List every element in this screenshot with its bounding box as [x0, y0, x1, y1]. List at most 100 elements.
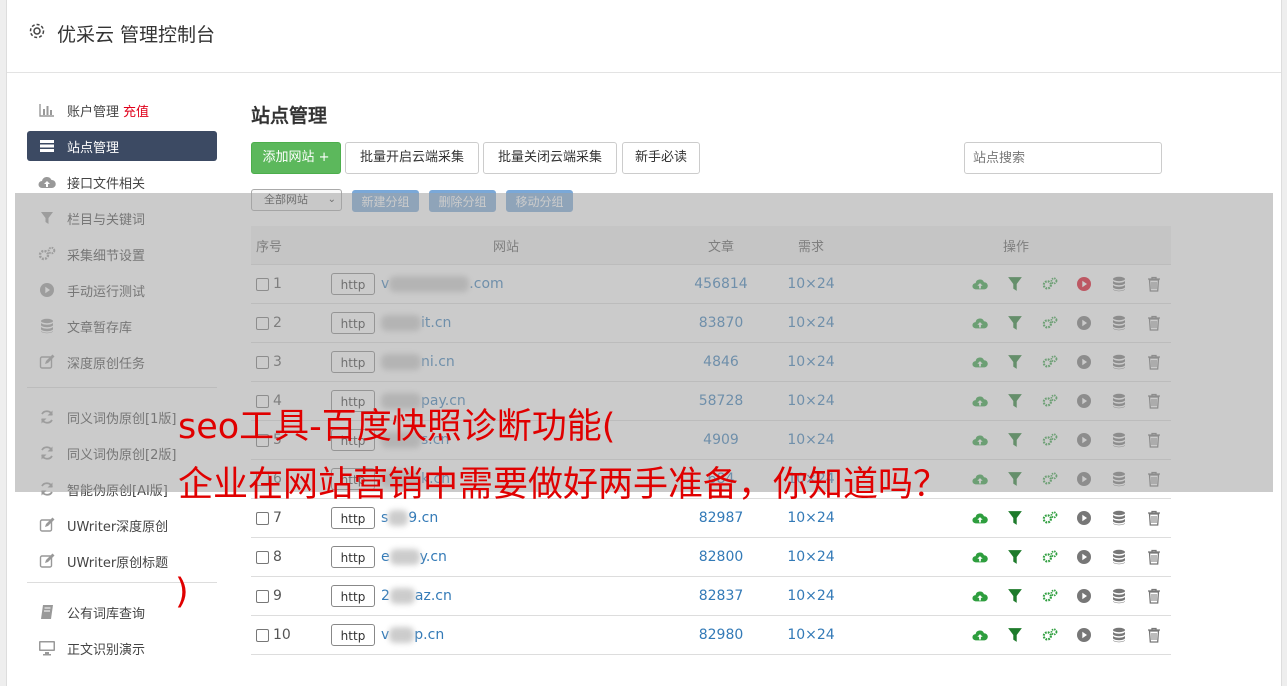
gears-icon[interactable]: [1032, 549, 1067, 565]
article-count-link[interactable]: 456814: [681, 276, 761, 292]
batch-open-button[interactable]: 批量开启云端采集: [345, 142, 479, 174]
row-checkbox[interactable]: [256, 589, 269, 603]
sidebar-item-items3-1[interactable]: 正文识别演示: [27, 633, 217, 663]
database-icon[interactable]: [1102, 354, 1137, 370]
filter-icon[interactable]: [998, 588, 1033, 604]
filter-icon[interactable]: [998, 393, 1033, 409]
play-icon[interactable]: [1067, 627, 1102, 643]
sidebar-item-items-5[interactable]: 手动运行测试: [27, 275, 217, 305]
site-link[interactable]: v .com: [381, 276, 504, 292]
trash-icon[interactable]: [1136, 471, 1171, 487]
play-icon[interactable]: [1067, 354, 1102, 370]
site-search-input[interactable]: [964, 142, 1162, 174]
move-group-button[interactable]: 移动分组: [506, 190, 573, 212]
site-link[interactable]: s 9.cn: [381, 510, 438, 526]
filter-icon[interactable]: [998, 315, 1033, 331]
cloud-upload-icon[interactable]: [963, 549, 998, 565]
recharge-link[interactable]: 充值: [123, 101, 149, 120]
article-count-link[interactable]: 82800: [681, 549, 761, 565]
filter-icon[interactable]: [998, 471, 1033, 487]
play-icon[interactable]: [1067, 276, 1102, 292]
play-icon[interactable]: [1067, 393, 1102, 409]
play-icon[interactable]: [1067, 588, 1102, 604]
database-icon[interactable]: [1102, 276, 1137, 292]
article-count-link[interactable]: 82987: [681, 510, 761, 526]
play-icon[interactable]: [1067, 510, 1102, 526]
delete-group-button[interactable]: 删除分组: [429, 190, 496, 212]
gears-icon[interactable]: [1032, 627, 1067, 643]
filter-icon[interactable]: [998, 510, 1033, 526]
row-checkbox[interactable]: [256, 355, 269, 369]
cloud-upload-icon[interactable]: [963, 432, 998, 448]
trash-icon[interactable]: [1136, 627, 1171, 643]
trash-icon[interactable]: [1136, 315, 1171, 331]
database-icon[interactable]: [1102, 315, 1137, 331]
trash-icon[interactable]: [1136, 276, 1171, 292]
gears-icon[interactable]: [1032, 588, 1067, 604]
site-link[interactable]: 2 az.cn: [381, 588, 452, 604]
add-site-button[interactable]: 添加网站 +: [251, 142, 341, 174]
filter-icon[interactable]: [998, 627, 1033, 643]
database-icon[interactable]: [1102, 393, 1137, 409]
article-count-link[interactable]: 82837: [681, 588, 761, 604]
gears-icon[interactable]: [1032, 510, 1067, 526]
database-icon[interactable]: [1102, 471, 1137, 487]
site-link[interactable]: ni.cn: [381, 354, 455, 370]
trash-icon[interactable]: [1136, 354, 1171, 370]
row-checkbox[interactable]: [256, 628, 269, 642]
row-checkbox[interactable]: [256, 550, 269, 564]
cloud-upload-icon[interactable]: [963, 510, 998, 526]
row-checkbox[interactable]: [256, 316, 269, 330]
trash-icon[interactable]: [1136, 432, 1171, 448]
row-checkbox[interactable]: [256, 277, 269, 291]
article-count-link[interactable]: 4846: [681, 354, 761, 370]
article-count-link[interactable]: 58728: [681, 393, 761, 409]
site-link[interactable]: it.cn: [381, 315, 451, 331]
trash-icon[interactable]: [1136, 549, 1171, 565]
cloud-upload-icon[interactable]: [963, 471, 998, 487]
database-icon[interactable]: [1102, 432, 1137, 448]
sidebar-item-items-0[interactable]: 账户管理 充值: [27, 95, 217, 125]
site-link[interactable]: e y.cn: [381, 549, 447, 565]
cloud-upload-icon[interactable]: [963, 627, 998, 643]
gears-icon[interactable]: [1032, 276, 1067, 292]
row-checkbox[interactable]: [256, 511, 269, 525]
new-group-button[interactable]: 新建分组: [352, 190, 419, 212]
play-icon[interactable]: [1067, 315, 1102, 331]
sidebar-item-items2-3[interactable]: UWriter深度原创: [27, 510, 217, 540]
database-icon[interactable]: [1102, 627, 1137, 643]
database-icon[interactable]: [1102, 588, 1137, 604]
filter-icon[interactable]: [998, 276, 1033, 292]
play-icon[interactable]: [1067, 549, 1102, 565]
play-icon[interactable]: [1067, 471, 1102, 487]
trash-icon[interactable]: [1136, 588, 1171, 604]
sidebar-item-items-2[interactable]: 接口文件相关: [27, 167, 217, 197]
sidebar-item-items-7[interactable]: 深度原创任务: [27, 347, 217, 377]
cloud-upload-icon[interactable]: [963, 588, 998, 604]
trash-icon[interactable]: [1136, 393, 1171, 409]
gears-icon[interactable]: [1032, 471, 1067, 487]
cloud-upload-icon[interactable]: [963, 276, 998, 292]
gears-icon[interactable]: [1032, 393, 1067, 409]
guide-button[interactable]: 新手必读: [622, 142, 700, 174]
sidebar-item-items-6[interactable]: 文章暂存库: [27, 311, 217, 341]
article-count-link[interactable]: 4909: [681, 432, 761, 448]
filter-icon[interactable]: [998, 432, 1033, 448]
sidebar-item-items-4[interactable]: 采集细节设置: [27, 239, 217, 269]
database-icon[interactable]: [1102, 510, 1137, 526]
cloud-upload-icon[interactable]: [963, 393, 998, 409]
gears-icon[interactable]: [1032, 354, 1067, 370]
sidebar-item-items-3[interactable]: 栏目与关键词: [27, 203, 217, 233]
batch-close-button[interactable]: 批量关闭云端采集: [483, 142, 617, 174]
filter-icon[interactable]: [998, 549, 1033, 565]
article-count-link[interactable]: 83870: [681, 315, 761, 331]
gears-icon[interactable]: [1032, 315, 1067, 331]
article-count-link[interactable]: 82980: [681, 627, 761, 643]
sidebar-item-items-1[interactable]: 站点管理: [27, 131, 217, 161]
site-link[interactable]: v p.cn: [381, 627, 444, 643]
trash-icon[interactable]: [1136, 510, 1171, 526]
cloud-upload-icon[interactable]: [963, 315, 998, 331]
play-icon[interactable]: [1067, 432, 1102, 448]
group-select[interactable]: 全部网站 ⌄: [251, 189, 342, 211]
database-icon[interactable]: [1102, 549, 1137, 565]
